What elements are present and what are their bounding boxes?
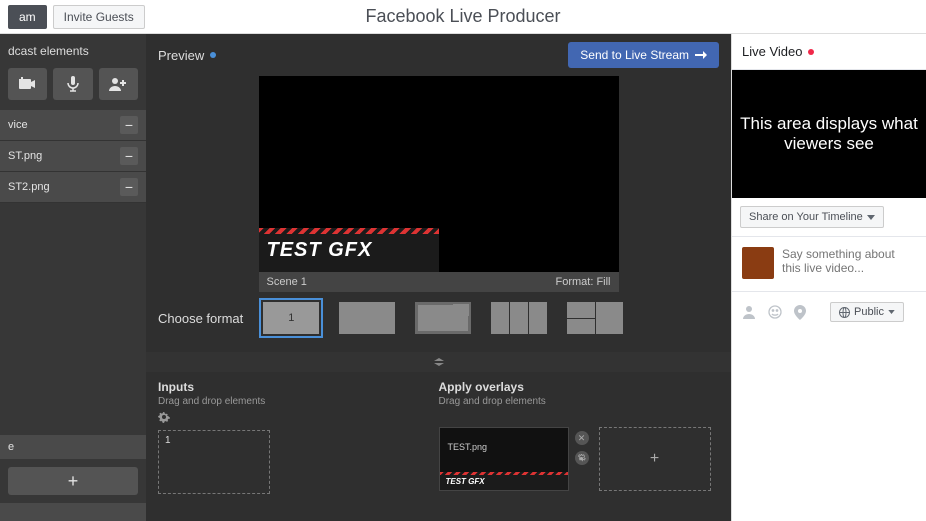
preview-status-dot <box>210 52 216 58</box>
camera-plus-icon <box>19 77 37 91</box>
inputs-drop-area[interactable]: 1 <box>158 430 270 494</box>
format-display: Format: Fill <box>556 276 611 288</box>
share-dropdown[interactable]: Share on Your Timeline <box>740 206 884 228</box>
overlay-gfx-preview: TEST GFX <box>440 472 568 490</box>
preview-label: Preview <box>158 48 216 63</box>
format-option-4[interactable] <box>491 302 547 334</box>
caret-down-icon <box>888 310 895 314</box>
overlays-header: Apply overlays <box>439 380 720 394</box>
add-camera-button[interactable] <box>8 68 47 100</box>
tag-people-button[interactable] <box>742 305 756 319</box>
remove-element-button[interactable]: − <box>120 116 138 134</box>
add-mic-button[interactable] <box>53 68 92 100</box>
overlay-item-label: TEST.png <box>448 442 488 452</box>
element-label: ST2.png <box>8 181 50 193</box>
sidebar: dcast elements vice − ST.png − ST2.png −… <box>0 34 146 521</box>
overlays-sub: Drag and drop elements <box>439 396 720 407</box>
page-title: Facebook Live Producer <box>365 6 560 27</box>
microphone-icon <box>67 76 79 92</box>
overlay-add-slot[interactable]: + <box>599 427 711 491</box>
preview-box: TEST GFX Scene 1 Format: Fill <box>259 76 619 292</box>
smiley-icon <box>768 305 782 319</box>
person-plus-icon <box>109 77 127 91</box>
globe-icon <box>839 307 850 318</box>
scene-name: Scene 1 <box>267 276 307 288</box>
right-panel: Live Video This area displays what viewe… <box>731 34 926 521</box>
preview-video[interactable]: TEST GFX <box>259 76 619 272</box>
remove-element-button[interactable]: − <box>120 147 138 165</box>
inputs-header: Inputs <box>158 380 439 394</box>
overlay-item[interactable]: TEST.png TEST GFX <box>439 427 569 491</box>
avatar <box>742 247 774 279</box>
person-icon <box>742 305 756 319</box>
gear-icon <box>158 411 170 423</box>
drag-handle-icon <box>434 358 444 366</box>
overlay-settings-button[interactable] <box>575 451 589 465</box>
center-panel: Preview Send to Live Stream TEST GFX Sce… <box>146 34 731 521</box>
privacy-dropdown[interactable]: Public <box>830 302 904 322</box>
element-label: ST.png <box>8 150 42 162</box>
add-guest-button[interactable] <box>99 68 138 100</box>
send-to-live-button[interactable]: Send to Live Stream <box>568 42 719 68</box>
location-icon <box>794 305 806 320</box>
live-preview-area: This area displays what viewers see <box>732 70 926 198</box>
sidebar-element[interactable]: vice − <box>0 110 146 141</box>
format-option-3[interactable] <box>415 302 471 334</box>
caret-down-icon <box>867 215 875 220</box>
live-status-dot <box>808 49 814 55</box>
gfx-text: TEST GFX <box>267 239 373 262</box>
remove-element-button[interactable]: − <box>120 178 138 196</box>
feeling-button[interactable] <box>768 305 782 319</box>
sidebar-element[interactable]: ST.png − <box>0 141 146 172</box>
add-scene-button[interactable]: + <box>8 467 138 495</box>
sidebar-header: dcast elements <box>0 34 146 68</box>
overlay-remove-button[interactable]: ✕ <box>575 431 589 445</box>
invite-guests-button[interactable]: Invite Guests <box>53 5 145 29</box>
live-video-header: Live Video <box>732 34 926 70</box>
compose-input[interactable] <box>782 247 916 281</box>
top-bar: am Invite Guests Facebook Live Producer <box>0 0 926 34</box>
scene-row[interactable]: e <box>0 435 146 459</box>
input-slot-label: 1 <box>165 435 171 446</box>
element-label: vice <box>8 119 28 131</box>
sidebar-element[interactable]: ST2.png − <box>0 172 146 203</box>
inputs-sub: Drag and drop elements <box>158 396 439 407</box>
format-option-2[interactable] <box>339 302 395 334</box>
location-button[interactable] <box>794 305 806 320</box>
panel-resize-handle[interactable] <box>146 352 731 372</box>
stream-button[interactable]: am <box>8 5 47 29</box>
gear-icon <box>577 454 586 463</box>
gfx-overlay: TEST GFX <box>259 228 439 272</box>
format-option-5[interactable] <box>567 302 623 334</box>
format-option-1[interactable]: 1 <box>263 302 319 334</box>
choose-format-label: Choose format <box>158 311 243 326</box>
inputs-settings-button[interactable] <box>158 411 439 426</box>
arrow-right-icon <box>695 50 707 60</box>
